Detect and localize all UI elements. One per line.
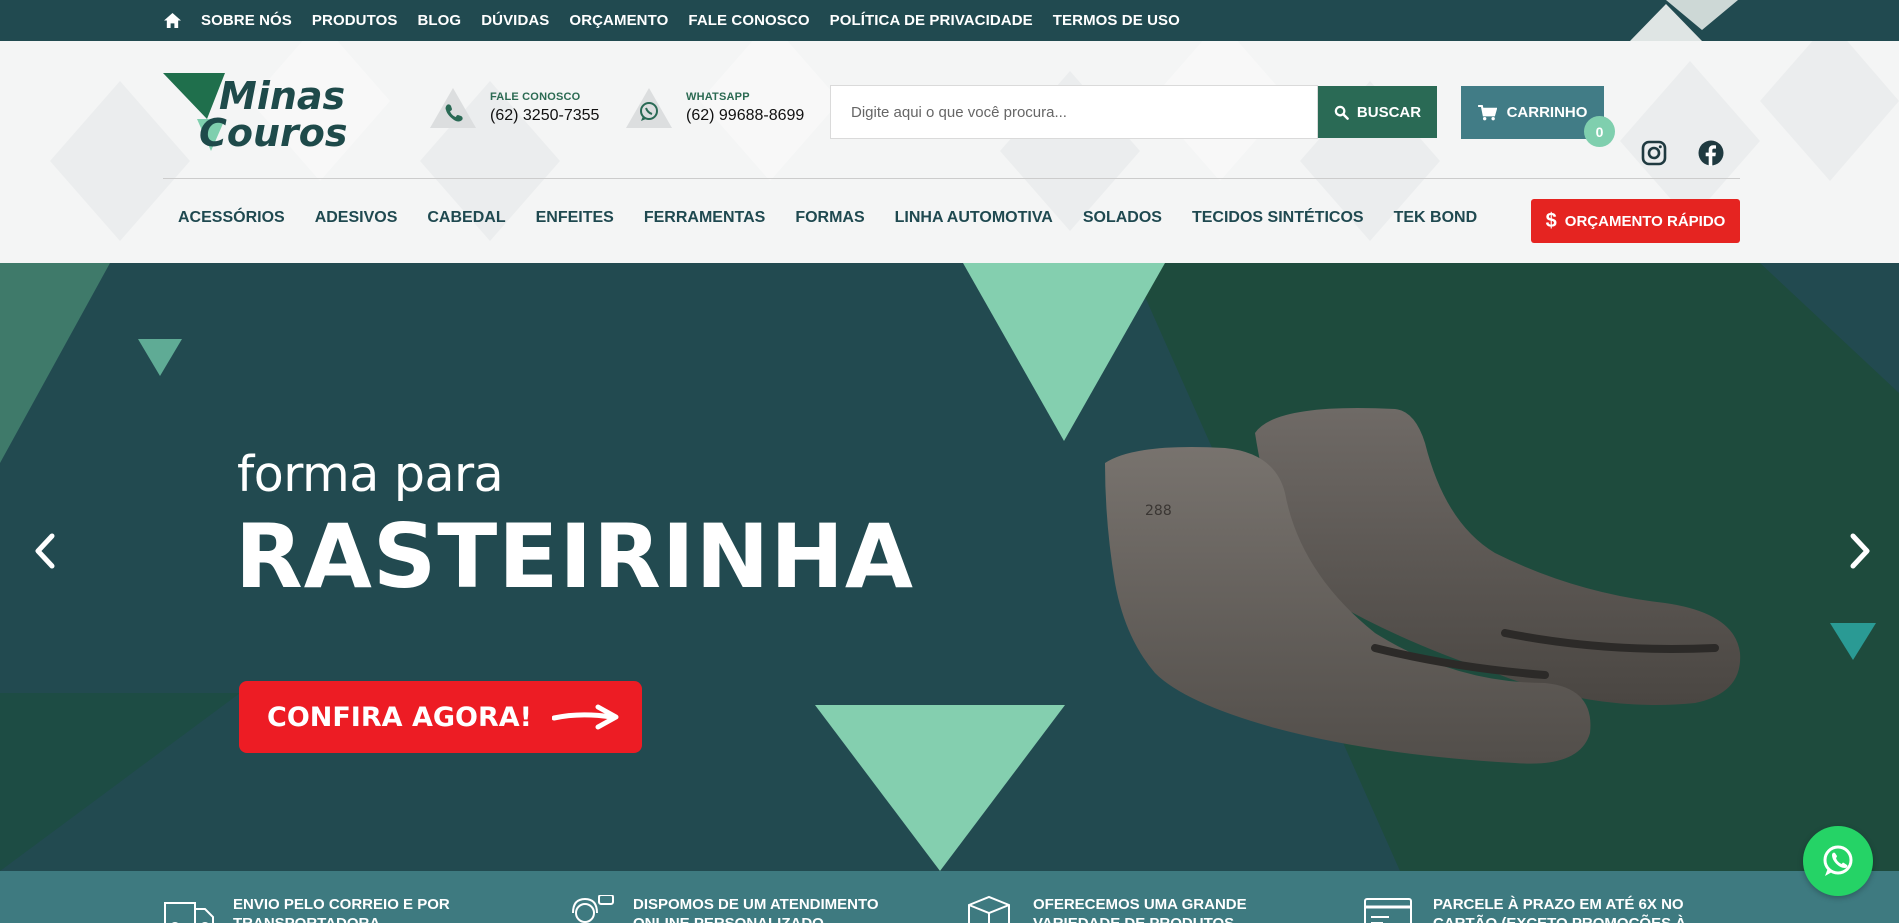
top-nav: SOBRE NÓS PRODUTOS BLOG DÚVIDAS ORÇAMENT… bbox=[163, 0, 1200, 41]
home-icon[interactable] bbox=[163, 11, 183, 31]
dollar-icon: $ bbox=[1545, 209, 1557, 232]
phone-contact[interactable]: FALE CONOSCO (62) 3250-7355 bbox=[430, 88, 599, 128]
hero-cta-button[interactable]: CONFIRA AGORA! bbox=[239, 681, 642, 753]
top-nav-sobre-nos[interactable]: SOBRE NÓS bbox=[201, 12, 292, 29]
search-icon bbox=[1334, 105, 1349, 120]
shoe-last-image: 288 bbox=[1105, 408, 1741, 764]
top-nav-orcamento[interactable]: ORÇAMENTO bbox=[569, 12, 668, 29]
whatsapp-contact[interactable]: WHATSAPP (62) 99688-8699 bbox=[626, 88, 804, 128]
feature-text: DISPOMOS DE UM ATENDIMENTO ONLINE PERSON… bbox=[633, 896, 879, 923]
phone-number: (62) 3250-7355 bbox=[490, 107, 600, 124]
whatsapp-icon bbox=[1823, 845, 1853, 876]
top-bar-decoration bbox=[1666, 0, 1738, 30]
top-nav-fale-conosco[interactable]: FALE CONOSCO bbox=[688, 12, 809, 29]
category-ferramentas[interactable]: FERRAMENTAS bbox=[644, 209, 765, 227]
feature-text: ENVIO PELO CORREIO E POR TRANSPORTADORA bbox=[233, 896, 450, 923]
category-cabedal[interactable]: CABEDAL bbox=[427, 209, 505, 227]
category-linha-automotiva[interactable]: LINHA AUTOMOTIVA bbox=[895, 209, 1053, 227]
search-input[interactable] bbox=[851, 103, 1317, 121]
search-button-label: BUSCAR bbox=[1356, 103, 1422, 121]
top-bar: SOBRE NÓS PRODUTOS BLOG DÚVIDAS ORÇAMENT… bbox=[0, 0, 1899, 41]
category-adesivos[interactable]: ADESIVOS bbox=[315, 209, 398, 227]
feature-item: DISPOMOS DE UM ATENDIMENTO ONLINE PERSON… bbox=[563, 895, 933, 923]
cart-label: CARRINHO bbox=[1506, 104, 1588, 121]
search-button[interactable]: BUSCAR bbox=[1318, 86, 1437, 138]
category-acessorios[interactable]: ACESSÓRIOS bbox=[178, 209, 285, 227]
category-enfeites[interactable]: ENFEITES bbox=[536, 209, 614, 227]
instagram-icon[interactable] bbox=[1641, 140, 1669, 168]
hero-banner: forma para RASTEIRINHA CONFIRA AGORA! 28… bbox=[0, 263, 1899, 871]
whatsapp-label: WHATSAPP bbox=[686, 91, 750, 103]
shoe-number: 288 bbox=[1145, 503, 1172, 519]
feature-item: PARCELE À PRAZO EM ATÉ 6X NO CARTÃO (EXC… bbox=[1363, 895, 1733, 923]
whatsapp-floating-button[interactable] bbox=[1803, 826, 1873, 896]
whatsapp-number: (62) 99688-8699 bbox=[686, 107, 805, 124]
top-nav-produtos[interactable]: PRODUTOS bbox=[312, 12, 398, 29]
hero-subtitle: forma para bbox=[237, 446, 504, 503]
category-nav: ACESSÓRIOS ADESIVOS CABEDAL ENFEITES FER… bbox=[178, 209, 1507, 227]
feature-text: PARCELE À PRAZO EM ATÉ 6X NO CARTÃO (EXC… bbox=[1433, 896, 1686, 923]
site-header: Minas Couros FALE CONOSCO (62) 3250-7355 bbox=[0, 41, 1899, 263]
feature-text: OFERECEMOS UMA GRANDE VARIEDADE DE PRODU… bbox=[1033, 896, 1247, 923]
logo-text-couros: Couros bbox=[199, 111, 348, 153]
cart-count-badge: 0 bbox=[1584, 116, 1615, 147]
quick-quote-label: ORÇAMENTO RÁPIDO bbox=[1564, 212, 1726, 230]
search-box bbox=[830, 85, 1318, 139]
headset-icon bbox=[572, 895, 614, 923]
top-nav-termos-de-uso[interactable]: TERMOS DE USO bbox=[1053, 12, 1180, 29]
category-tek-bond[interactable]: TEK BOND bbox=[1394, 209, 1478, 227]
cart-button[interactable]: CARRINHO bbox=[1461, 86, 1604, 139]
top-nav-politica-privacidade[interactable]: POLÍTICA DE PRIVACIDADE bbox=[830, 12, 1033, 29]
carousel-prev-icon[interactable] bbox=[30, 531, 60, 571]
truck-icon bbox=[164, 902, 214, 923]
logo[interactable]: Minas Couros bbox=[163, 69, 373, 155]
feature-item: OFERECEMOS UMA GRANDE VARIEDADE DE PRODU… bbox=[963, 895, 1333, 923]
features-strip: ENVIO PELO CORREIO E POR TRANSPORTADORA … bbox=[0, 871, 1899, 923]
cart-icon bbox=[1477, 104, 1497, 120]
header-divider bbox=[163, 178, 1740, 179]
top-nav-blog[interactable]: BLOG bbox=[417, 12, 461, 29]
top-nav-duvidas[interactable]: DÚVIDAS bbox=[481, 12, 549, 29]
box-icon bbox=[968, 895, 1010, 923]
category-tecidos-sinteticos[interactable]: TECIDOS SINTÉTICOS bbox=[1192, 209, 1364, 227]
phone-label: FALE CONOSCO bbox=[490, 91, 581, 103]
category-formas[interactable]: FORMAS bbox=[795, 209, 864, 227]
whatsapp-icon bbox=[626, 88, 672, 128]
category-solados[interactable]: SOLADOS bbox=[1083, 209, 1162, 227]
quick-quote-button[interactable]: $ ORÇAMENTO RÁPIDO bbox=[1531, 199, 1740, 243]
feature-item: ENVIO PELO CORREIO E POR TRANSPORTADORA bbox=[163, 895, 533, 923]
hero-title: RASTEIRINHA bbox=[235, 505, 915, 608]
hero-cta-label: CONFIRA AGORA! bbox=[267, 701, 532, 733]
card-icon bbox=[1364, 898, 1412, 923]
phone-icon bbox=[430, 88, 476, 128]
arrow-right-icon bbox=[551, 704, 619, 730]
carousel-next-icon[interactable] bbox=[1845, 531, 1875, 571]
facebook-icon[interactable] bbox=[1698, 140, 1726, 168]
